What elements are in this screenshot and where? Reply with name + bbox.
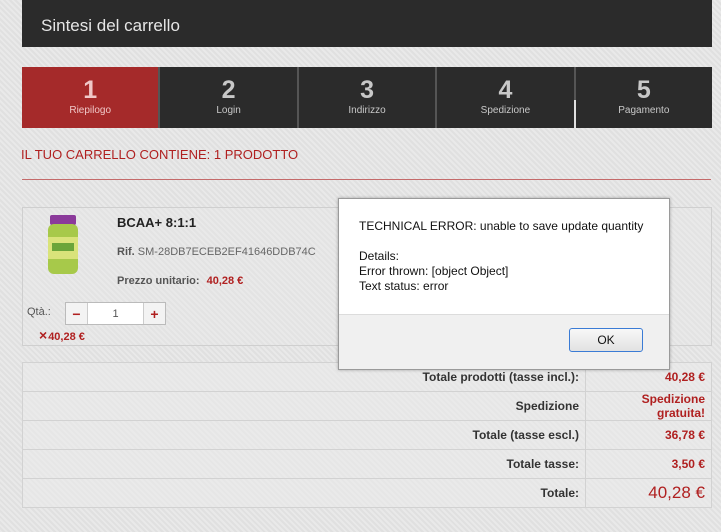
error-status: Text status: error xyxy=(359,279,449,293)
summary-row: Totale tasse: 3,50 € xyxy=(22,449,712,479)
product-reference: Rif. SM-28DB7ECEB2EF41646DDB74C xyxy=(117,246,316,258)
step-summary[interactable]: 1 Riepilogo xyxy=(22,67,159,128)
ok-button[interactable]: OK xyxy=(569,328,643,352)
unit-price-label: Prezzo unitario: xyxy=(117,275,200,287)
dialog-footer: OK xyxy=(339,314,669,369)
summary-label: Spedizione xyxy=(22,391,586,421)
step-divider xyxy=(573,100,576,128)
product-name[interactable]: BCAA+ 8:1:1 xyxy=(117,215,196,230)
summary-total-value: 40,28 € xyxy=(585,478,712,508)
cart-count-heading: IL TUO CARRELLO CONTIENE: 1 PRODOTTO xyxy=(21,147,299,162)
error-dialog: TECHNICAL ERROR: unable to save update q… xyxy=(338,198,670,370)
step-label: Pagamento xyxy=(618,105,670,116)
step-label: Riepilogo xyxy=(69,105,112,116)
step-number: 3 xyxy=(360,76,374,104)
summary-label: Totale tasse: xyxy=(22,449,586,479)
summary-value: Spedizione gratuita! xyxy=(585,391,712,421)
increase-quantity-button[interactable]: + xyxy=(144,303,165,324)
unit-price-value: 40,28 € xyxy=(206,275,244,287)
summary-label: Totale (tasse escl.) xyxy=(22,420,586,450)
step-shipping[interactable]: 4 Spedizione xyxy=(435,67,574,128)
divider xyxy=(22,179,711,180)
step-label: Spedizione xyxy=(480,105,531,116)
error-details-label: Details: xyxy=(359,249,400,263)
step-label: Indirizzo xyxy=(348,105,386,116)
step-label: Login xyxy=(216,105,241,116)
step-login[interactable]: 2 Login xyxy=(158,67,297,128)
quantity-stepper: − + xyxy=(65,302,166,325)
summary-value: 3,50 € xyxy=(585,449,712,479)
step-number: 4 xyxy=(498,76,513,104)
step-number: 1 xyxy=(83,76,98,104)
summary-row: Spedizione Spedizione gratuita! xyxy=(22,391,712,421)
step-payment[interactable]: 5 Pagamento xyxy=(573,67,713,128)
summary-row: Totale (tasse escl.) 36,78 € xyxy=(22,420,712,450)
line-total-value: 40,28 € xyxy=(48,331,85,343)
decrease-quantity-button[interactable]: − xyxy=(66,303,87,324)
reference-label: Rif. xyxy=(117,246,135,258)
step-number: 5 xyxy=(636,76,651,104)
quantity-input[interactable] xyxy=(87,303,144,324)
cart-summary-table: Totale prodotti (tasse incl.): 40,28 € S… xyxy=(22,362,712,508)
checkout-page: Sintesi del carrello 1 Riepilogo 2 Login… xyxy=(0,0,721,532)
unit-price: Prezzo unitario: 40,28 € xyxy=(117,275,243,287)
step-address[interactable]: 3 Indirizzo xyxy=(296,67,436,128)
error-thrown: Error thrown: [object Object] xyxy=(359,264,509,278)
summary-row: Totale: 40,28 € xyxy=(22,478,712,508)
page-title: Sintesi del carrello xyxy=(22,0,712,47)
line-total: ×40,28 € xyxy=(39,327,85,343)
error-message: TECHNICAL ERROR: unable to save update q… xyxy=(359,219,643,294)
product-image[interactable] xyxy=(44,213,82,277)
checkout-steps: 1 Riepilogo 2 Login 3 Indirizzo 4 Spediz… xyxy=(22,67,713,128)
step-number: 2 xyxy=(221,76,236,104)
reference-value: SM-28DB7ECEB2EF41646DDB74C xyxy=(137,246,316,258)
summary-label: Totale: xyxy=(22,478,586,508)
summary-value: 36,78 € xyxy=(585,420,712,450)
quantity-label: Qtà.: xyxy=(27,306,51,318)
error-title: TECHNICAL ERROR: unable to save update q… xyxy=(359,219,644,233)
remove-icon[interactable]: × xyxy=(39,327,47,343)
